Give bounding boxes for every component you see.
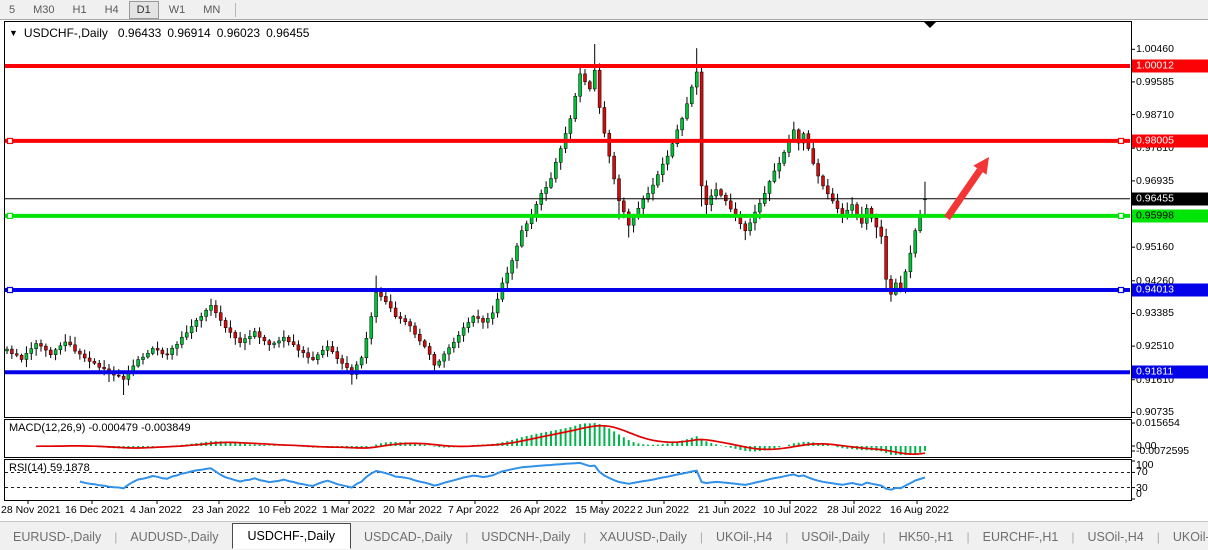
price-axis-label: 0.98710 <box>1136 109 1174 121</box>
date-axis-label: 16 Dec 2021 <box>65 504 125 516</box>
chart-shift-marker-icon[interactable] <box>924 22 936 28</box>
chart-title: ▼ USDCHF-,Daily 0.96433 0.96914 0.96023 0.964… <box>9 26 315 40</box>
trading-app-window: 5M30H1H4D1W1MN ▼USDCHF-,Daily0.964330.96… <box>0 0 1208 550</box>
rsi-label: RSI(14) 59.1878 <box>9 462 90 474</box>
date-axis-label: 28 Nov 2021 <box>1 504 61 516</box>
date-axis-label: 20 Mar 2022 <box>383 504 442 516</box>
date-axis-label: 10 Jul 2022 <box>763 504 817 516</box>
date-axis-label: 2 Jun 2022 <box>637 504 689 516</box>
date-axis-label: 1 Mar 2022 <box>322 504 375 516</box>
date-axis-label: 26 Apr 2022 <box>510 504 567 516</box>
symbol-tab-eurchf[interactable]: EURCHF-,H1 <box>970 526 1072 548</box>
date-axis-label: 7 Apr 2022 <box>448 504 499 516</box>
symbol-tab-audusd[interactable]: AUDUSD-,Daily <box>117 526 231 548</box>
date-axis-label: 23 Jan 2022 <box>192 504 250 516</box>
rsi-axis-label: 70 <box>1136 466 1148 478</box>
symbol-tab-ukoil[interactable]: UKOil-,H4 <box>703 526 785 548</box>
date-axis-label: 16 Aug 2022 <box>890 504 949 516</box>
symbol-tab-usoil[interactable]: USOil-,Daily <box>788 526 882 548</box>
symbol-name: USDCHF-,Daily <box>24 26 108 40</box>
symbol-tab-bar: EURUSD-,Daily|AUDUSD-,DailyUSDCHF-,Daily… <box>0 521 1208 550</box>
low-value: 0.96023 <box>217 26 260 40</box>
price-badge-support-3: 0.91811 <box>1132 366 1208 379</box>
rsi-series <box>5 463 1130 490</box>
close-value: 0.96455 <box>266 26 309 40</box>
price-axis-label: 0.92510 <box>1136 340 1174 352</box>
horizontal-lines[interactable] <box>5 66 1130 372</box>
symbol-tab-usdcnh[interactable]: USDCNH-,Daily <box>468 526 583 548</box>
price-badge-resistance-1: 1.00012 <box>1132 60 1208 73</box>
symbol-tab-hk50[interactable]: HK50-,H1 <box>886 526 967 548</box>
rsi-axis-label: 0 <box>1136 488 1142 500</box>
collapse-triangle-icon[interactable]: ▼ <box>9 28 18 38</box>
open-value: 0.96433 <box>118 26 161 40</box>
symbol-tab-usoil[interactable]: USOil-,H4 <box>1074 526 1156 548</box>
date-axis-label: 21 Jun 2022 <box>698 504 756 516</box>
price-axis-label: 1.00460 <box>1136 43 1174 55</box>
date-axis-label: 28 Jul 2022 <box>827 504 881 516</box>
date-axis-label: 10 Feb 2022 <box>258 504 317 516</box>
symbol-tab-eurusd[interactable]: EURUSD-,Daily <box>0 526 114 548</box>
date-axis-label: 15 May 2022 <box>575 504 636 516</box>
macd-label: MACD(12,26,9) -0.000479 -0.003849 <box>9 422 191 434</box>
price-axis-label: 0.96935 <box>1136 175 1174 187</box>
symbol-tab-usdcad[interactable]: USDCAD-,Daily <box>351 526 465 548</box>
price-badge-support-1: 0.95998 <box>1132 209 1208 222</box>
symbol-tab-usdchf[interactable]: USDCHF-,Daily <box>232 523 352 549</box>
symbol-tab-ukoil[interactable]: UKOil-,H4 <box>1160 526 1208 548</box>
price-axis-label: 0.99585 <box>1136 76 1174 88</box>
candlestick-series <box>6 44 927 395</box>
axis-ticks <box>28 49 1135 504</box>
high-value: 0.96914 <box>167 26 210 40</box>
price-badge-bid-price: 0.96455 <box>1132 192 1208 205</box>
price-axis-label: 0.95160 <box>1136 241 1174 253</box>
chart-canvas <box>0 0 1208 550</box>
date-axis-label: 4 Jan 2022 <box>130 504 182 516</box>
price-axis-label: 0.93385 <box>1136 307 1174 319</box>
trend-arrow[interactable] <box>947 157 989 218</box>
symbol-tab-xauusd[interactable]: XAUUSD-,Daily <box>586 526 700 548</box>
price-badge-resistance-2: 0.98005 <box>1132 134 1208 147</box>
price-badge-support-2: 0.94013 <box>1132 284 1208 297</box>
macd-axis-label: -0.0072595 <box>1136 445 1189 457</box>
macd-axis-label: 0.015654 <box>1136 417 1180 429</box>
